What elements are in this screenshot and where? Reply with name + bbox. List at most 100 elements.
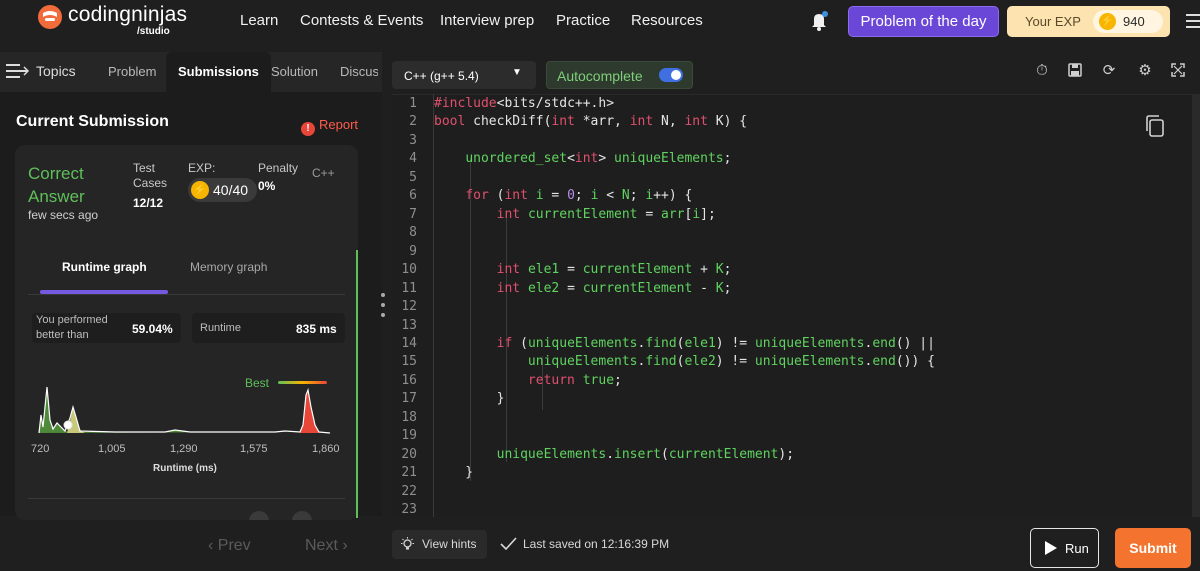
- x-axis-label: Runtime (ms): [153, 463, 217, 474]
- logo-text[interactable]: codingninjas: [68, 3, 187, 27]
- chevron-down-icon: ▼: [512, 67, 522, 78]
- language-select[interactable]: C++ (g++ 5.4) ▼: [392, 61, 536, 89]
- card-divider: [28, 498, 345, 499]
- report-label: Report: [319, 117, 359, 132]
- fullscreen-icon[interactable]: [1170, 63, 1186, 79]
- lightning-coin-icon: ⚡: [191, 181, 209, 199]
- card-action-icon[interactable]: [292, 511, 312, 520]
- code-line: 16 return true;: [401, 373, 622, 388]
- current-submission-title: Current Submission: [16, 113, 169, 130]
- exp-earned-label: EXP:: [188, 161, 216, 175]
- code-line: 13: [401, 318, 417, 333]
- topics-toggle[interactable]: Topics: [0, 52, 86, 88]
- x-tick-label: 1,860: [312, 443, 340, 455]
- code-line: 12: [401, 299, 417, 314]
- code-line: 5: [409, 170, 417, 185]
- reset-code-icon[interactable]: ⟳: [1101, 63, 1117, 79]
- performance-box: You performed better than 59.04%: [32, 313, 181, 343]
- code-line: 18: [401, 410, 417, 425]
- submission-language: C++: [312, 166, 335, 180]
- code-line: 3: [409, 133, 417, 148]
- tab-submissions[interactable]: Submissions: [166, 52, 271, 92]
- chevron-right-icon: ›: [337, 537, 348, 554]
- next-label: Next: [305, 537, 338, 554]
- test-cases-value: 12/12: [133, 196, 164, 210]
- gear-icon[interactable]: ⚙: [1137, 63, 1153, 79]
- submission-time: few secs ago: [28, 208, 99, 222]
- logo-subtitle: /studio: [137, 26, 170, 37]
- runtime-value: 835 ms: [296, 322, 337, 336]
- code-line: 7 int currentElement = arr[i];: [409, 207, 716, 222]
- code-line: 6 for (int i = 0; i < N; i++) {: [409, 188, 693, 203]
- best-legend-gradient: [278, 381, 327, 384]
- performed-value: 59.04%: [132, 322, 173, 336]
- code-line: 10 int ele1 = currentElement + K;: [401, 262, 732, 277]
- code-line: 1 #include<bits/stdc++.h>: [409, 96, 615, 111]
- nav-learn[interactable]: Learn: [240, 12, 278, 29]
- nav-practice[interactable]: Practice: [556, 12, 610, 29]
- penalty-value: 0%: [258, 179, 276, 193]
- submit-button[interactable]: Submit: [1115, 528, 1191, 568]
- play-icon: [1045, 541, 1057, 555]
- autocomplete-toggle[interactable]: Autocomplete: [546, 61, 693, 89]
- x-tick-label: 1,290: [170, 443, 198, 455]
- exp-value: 940: [1123, 14, 1145, 29]
- code-line: 14 if (uniqueElements.find(ele1) != uniq…: [401, 336, 935, 351]
- nav-contests-events[interactable]: Contests & Events: [300, 12, 423, 29]
- tab-discuss[interactable]: Discus: [340, 52, 378, 92]
- runtime-label: Runtime: [200, 322, 241, 334]
- topics-menu-icon: [6, 64, 30, 78]
- prev-button[interactable]: ‹ Prev: [208, 537, 251, 555]
- code-line: 19: [401, 428, 417, 443]
- code-line: 4 unordered_set<int> uniqueElements;: [409, 151, 732, 166]
- code-line: 22: [401, 484, 417, 499]
- performed-label: You performed better than: [36, 314, 108, 341]
- code-line: 20 uniqueElements.insert(currentElement)…: [401, 447, 795, 462]
- lightning-coin-icon: ⚡: [1099, 13, 1116, 30]
- run-label: Run: [1065, 541, 1089, 556]
- code-line: 15 uniqueElements.find(ele2) != uniqueEl…: [401, 354, 935, 369]
- notification-bell-icon[interactable]: [810, 10, 830, 32]
- nav-interview-prep[interactable]: Interview prep: [440, 12, 534, 29]
- save-icon[interactable]: [1067, 63, 1083, 79]
- exp-pill: ⚡ 940: [1093, 10, 1163, 33]
- coding-ninjas-logo-icon[interactable]: [38, 5, 62, 29]
- panel-scrollbar[interactable]: [356, 250, 358, 518]
- checkmark-icon: [500, 537, 517, 551]
- panel-resize-handle[interactable]: [381, 293, 385, 323]
- code-line: 9: [409, 244, 417, 259]
- toggle-switch[interactable]: [659, 68, 683, 82]
- tab-problem[interactable]: Problem: [108, 52, 156, 92]
- editor-scrollbar[interactable]: [1192, 94, 1200, 517]
- card-action-icon[interactable]: [249, 511, 269, 520]
- last-saved-text: Last saved on 12:16:39 PM: [523, 537, 670, 551]
- code-line: 8: [409, 225, 417, 240]
- alert-icon: !: [301, 122, 315, 136]
- next-button[interactable]: Next ›: [305, 537, 348, 555]
- code-line: 17 }: [401, 391, 505, 406]
- nav-resources[interactable]: Resources: [631, 12, 703, 29]
- problem-of-the-day-button[interactable]: Problem of the day: [848, 6, 999, 37]
- your-exp-badge[interactable]: Your EXP ⚡ 940: [1007, 6, 1170, 37]
- tab-memory-graph[interactable]: Memory graph: [190, 260, 267, 274]
- prev-label: Prev: [217, 537, 251, 554]
- exp-earned-chip: ⚡ 40/40: [188, 178, 257, 202]
- view-hints-button[interactable]: View hints: [392, 530, 487, 559]
- runtime-distribution-chart: [38, 386, 331, 434]
- code-line: 2 bool checkDiff(int *arr, int N, int K) …: [409, 114, 748, 129]
- hamburger-menu-icon[interactable]: [1186, 14, 1200, 32]
- topics-label: Topics: [36, 63, 76, 79]
- tab-runtime-graph[interactable]: Runtime graph: [62, 260, 147, 274]
- timer-icon[interactable]: ⏱: [1034, 63, 1050, 79]
- report-button[interactable]: ! Report: [301, 117, 358, 136]
- run-button[interactable]: Run: [1030, 528, 1099, 568]
- lightbulb-icon: [401, 537, 414, 550]
- penalty-label: Penalty: [258, 161, 299, 175]
- code-line: 21 }: [401, 465, 474, 480]
- tab-solution[interactable]: Solution: [271, 52, 318, 92]
- test-cases-label: Test Cases: [133, 161, 168, 190]
- verdict-text: Correct Answer: [28, 164, 85, 206]
- your-submission-marker: [63, 420, 73, 430]
- last-saved-status: Last saved on 12:16:39 PM: [500, 537, 669, 551]
- chevron-left-icon: ‹: [208, 537, 218, 554]
